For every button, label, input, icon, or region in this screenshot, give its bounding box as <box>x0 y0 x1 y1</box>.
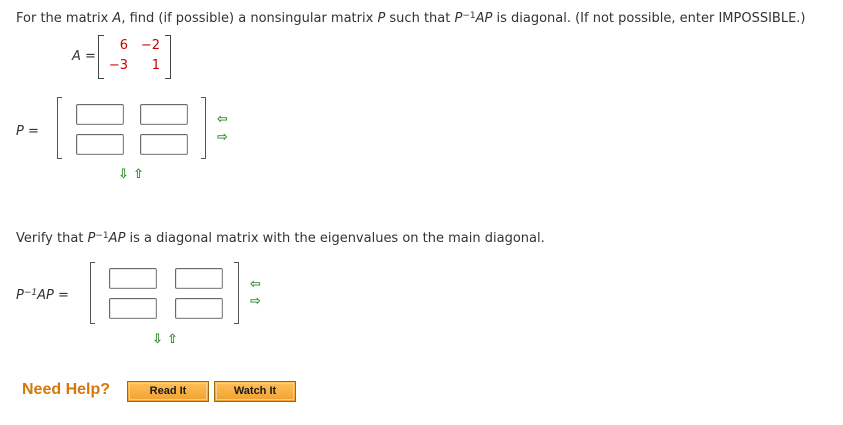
remove-column-icon[interactable]: ⇨ <box>250 295 261 308</box>
p-input-r2c1[interactable] <box>76 134 124 155</box>
question-part: is diagonal. (If not possible, enter IMP… <box>492 11 806 26</box>
matrix-a-r2c2: 1 <box>151 58 160 73</box>
add-row-icon[interactable]: ⇧ <box>167 333 178 346</box>
read-it-button[interactable]: Read It <box>127 381 209 402</box>
verify-text: Verify that P−1AP is a diagonal matrix w… <box>16 231 545 246</box>
matrix-a-r1c1: 6 <box>119 38 128 53</box>
var-a: A <box>112 11 122 26</box>
matrix-pinv-left-bracket <box>90 262 95 324</box>
matrix-a-r2c1: −3 <box>108 58 128 73</box>
pinv-input-r1c1[interactable] <box>109 268 157 289</box>
p-input-r1c1[interactable] <box>76 104 124 125</box>
need-help-title: Need Help? <box>22 381 111 398</box>
matrix-pinv-label: P−1AP = <box>16 288 69 303</box>
matrix-p-label: P = <box>16 124 39 139</box>
add-column-icon[interactable]: ⇦ <box>217 113 228 126</box>
question-text: For the matrix A, find (if possible) a n… <box>16 11 806 26</box>
expr-ap: AP <box>475 11 493 26</box>
matrix-pinv-right-bracket <box>234 262 239 324</box>
question-part: such that <box>385 11 455 26</box>
pinv-input-r2c1[interactable] <box>109 298 157 319</box>
add-column-icon[interactable]: ⇦ <box>250 278 261 291</box>
label-p: P <box>16 288 24 303</box>
matrix-p-left-bracket <box>57 97 62 159</box>
label-sup: −1 <box>23 288 38 298</box>
pinv-input-r1c2[interactable] <box>175 268 223 289</box>
add-row-icon[interactable]: ⇧ <box>133 168 144 181</box>
watch-it-button[interactable]: Watch It <box>214 381 296 402</box>
expr-ap: AP <box>108 231 126 246</box>
matrix-a-left-bracket <box>98 35 104 79</box>
remove-row-icon[interactable]: ⇩ <box>118 168 129 181</box>
verify-part: is a diagonal matrix with the eigenvalue… <box>125 231 545 246</box>
matrix-a-label: A = <box>72 49 96 64</box>
remove-column-icon[interactable]: ⇨ <box>217 131 228 144</box>
p-input-r1c2[interactable] <box>140 104 188 125</box>
matrix-a-r1c2: −2 <box>140 38 160 53</box>
question-part: For the matrix <box>16 11 113 26</box>
pinv-input-r2c2[interactable] <box>175 298 223 319</box>
remove-row-icon[interactable]: ⇩ <box>152 333 163 346</box>
matrix-p-right-bracket <box>201 97 206 159</box>
matrix-a-right-bracket <box>165 35 171 79</box>
label-rest: AP = <box>37 288 69 303</box>
p-input-r2c2[interactable] <box>140 134 188 155</box>
verify-part: Verify that <box>16 231 88 246</box>
expr-sup: −1 <box>462 11 476 21</box>
expr-sup: −1 <box>95 231 109 241</box>
question-part: , find (if possible) a nonsingular matri… <box>121 11 378 26</box>
